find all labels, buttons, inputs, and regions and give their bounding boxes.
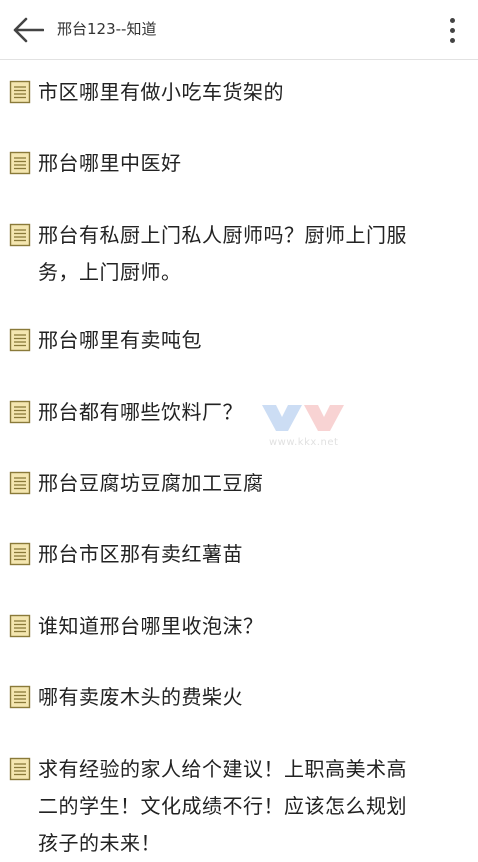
document-icon — [9, 328, 31, 352]
document-icon — [9, 542, 31, 566]
list-item-text: 邢台哪里有卖吨包 — [38, 328, 202, 352]
document-icon — [9, 471, 31, 495]
document-icon — [9, 223, 31, 247]
list-item-text: 市区哪里有做小吃车货架的 — [38, 80, 284, 104]
list-item-text: 邢台哪里中医好 — [38, 151, 182, 175]
document-icon — [9, 685, 31, 709]
list-item-text: 邢台市区那有卖红薯苗 — [38, 542, 243, 566]
more-vertical-icon — [449, 17, 455, 23]
list-item-text: 求有经验的家人给个建议！上职高美术高二的学生！文化成绩不行！应该怎么规划孩子的未… — [38, 757, 407, 855]
more-options-button[interactable] — [440, 12, 464, 48]
document-icon — [9, 80, 31, 104]
top-app-bar: 邢台123--知道 — [0, 0, 478, 60]
list-item-text: 谁知道邢台哪里收泡沫？ — [38, 614, 264, 638]
page-title: 邢台123--知道 — [57, 20, 157, 38]
document-icon — [9, 151, 31, 175]
list-item-text: 哪有卖废木头的费柴火 — [38, 685, 243, 709]
document-icon — [9, 614, 31, 638]
watermark-text: www.kkx.net — [269, 437, 339, 448]
list-item-text: 邢台豆腐坊豆腐加工豆腐 — [38, 471, 264, 495]
document-icon — [9, 757, 31, 781]
arrow-left-icon — [13, 17, 44, 43]
document-icon — [9, 400, 31, 424]
list-item-text: 邢台都有哪些饮料厂？ — [38, 400, 243, 424]
list-item-text: 邢台有私厨上门私人厨师吗？厨师上门服务，上门厨师。 — [38, 223, 407, 284]
back-button[interactable] — [8, 10, 48, 50]
